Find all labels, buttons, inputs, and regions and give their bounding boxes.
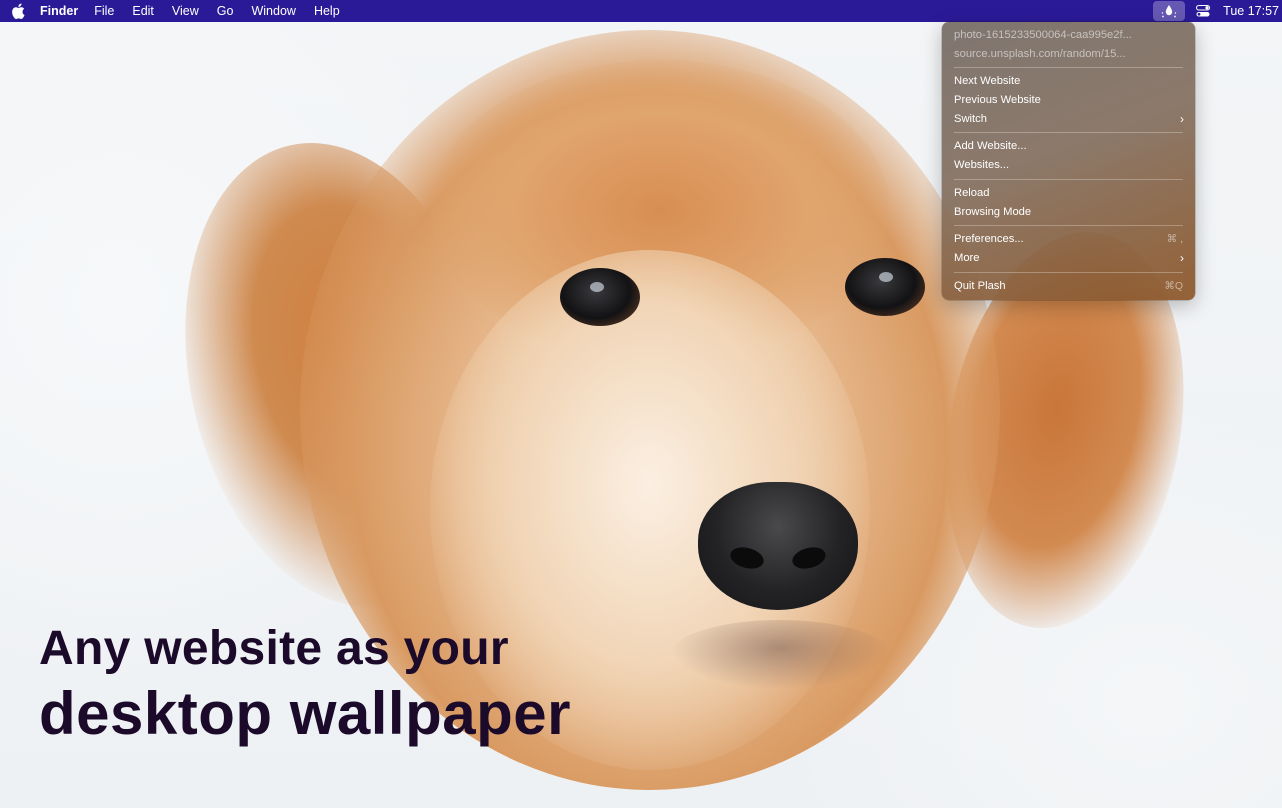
menu-view[interactable]: View — [172, 4, 199, 18]
dog-mouth — [670, 620, 890, 690]
menu-file[interactable]: File — [94, 4, 114, 18]
menu-bar: Finder File Edit View Go Window Help Tue… — [0, 0, 1282, 22]
current-source-url: source.unsplash.com/random/15... — [954, 47, 1126, 60]
chevron-right-icon: › — [1180, 250, 1184, 265]
menu-item-switch[interactable]: Switch › — [942, 110, 1195, 129]
menubar-clock[interactable]: Tue 17:57 — [1223, 4, 1279, 18]
quit-shortcut: ⌘Q — [1164, 279, 1183, 292]
menu-edit[interactable]: Edit — [132, 4, 154, 18]
dog-left-eye — [560, 268, 640, 326]
menu-item-websites[interactable]: Websites... — [942, 156, 1195, 175]
promo-headline: Any website as your desktop wallpaper — [39, 622, 571, 750]
control-center-icon[interactable] — [1191, 0, 1215, 22]
menu-separator — [954, 132, 1183, 134]
menu-separator — [954, 67, 1183, 69]
current-photo-name: photo-1615233500064-caa995e2f... — [954, 29, 1132, 41]
dog-nose — [698, 482, 858, 610]
chevron-right-icon: › — [1180, 111, 1184, 126]
menu-item-previous-website[interactable]: Previous Website — [942, 91, 1195, 110]
menu-item-quit-plash[interactable]: Quit Plash ⌘Q — [942, 277, 1195, 296]
headline-line-1: Any website as your — [39, 622, 509, 675]
menu-separator — [954, 225, 1183, 227]
menu-help[interactable]: Help — [314, 4, 340, 18]
apple-logo-icon[interactable] — [11, 3, 25, 20]
menu-go[interactable]: Go — [217, 4, 234, 18]
menu-window[interactable]: Window — [251, 4, 295, 18]
menu-item-add-website[interactable]: Add Website... — [942, 137, 1195, 156]
menu-item-more[interactable]: More › — [942, 249, 1195, 268]
menu-app-finder[interactable]: Finder — [40, 4, 78, 18]
plash-dropdown-menu: photo-1615233500064-caa995e2f... source.… — [942, 22, 1195, 300]
menu-separator — [954, 271, 1183, 273]
menu-item-preferences[interactable]: Preferences... ⌘ , — [942, 230, 1195, 249]
menu-item-reload[interactable]: Reload — [942, 184, 1195, 203]
menu-item-next-website[interactable]: Next Website — [942, 72, 1195, 91]
status-area: Tue 17:57 — [1153, 0, 1282, 22]
preferences-shortcut: ⌘ , — [1166, 233, 1183, 246]
headline-line-2: desktop wallpaper — [39, 680, 571, 747]
menu-separator — [954, 178, 1183, 180]
plash-icon[interactable] — [1153, 1, 1186, 21]
menu-item-browsing-mode[interactable]: Browsing Mode — [942, 203, 1195, 222]
dog-right-eye — [845, 258, 925, 316]
